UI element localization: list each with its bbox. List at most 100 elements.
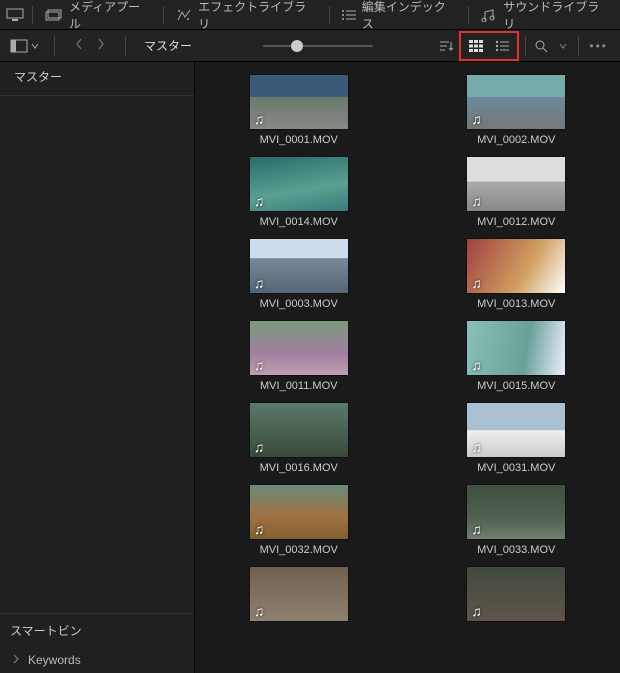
audio-icon: ♫ <box>471 603 482 619</box>
clip-item[interactable]: ♫ <box>466 566 566 626</box>
divider <box>578 36 579 56</box>
grid-view-button[interactable] <box>465 35 487 57</box>
tab-effects-library[interactable]: エフェクトライブラリ <box>172 0 321 32</box>
divider <box>54 36 55 56</box>
panel-toggle[interactable] <box>6 39 44 53</box>
divider <box>125 36 126 56</box>
clip-grid: ♫MVI_0001.MOV♫MVI_0002.MOV♫MVI_0014.MOV♫… <box>205 74 610 626</box>
view-mode-highlight <box>459 31 519 61</box>
clip-item[interactable]: ♫MVI_0003.MOV <box>249 238 349 310</box>
nav-arrows <box>65 36 115 55</box>
clip-label: MVI_0014.MOV <box>260 216 338 228</box>
clip-label: MVI_0011.MOV <box>260 380 337 392</box>
divider <box>468 6 469 24</box>
clip-thumbnail[interactable]: ♫ <box>249 566 349 622</box>
clip-label: MVI_0002.MOV <box>477 134 555 146</box>
sound-icon <box>481 8 497 22</box>
clip-item[interactable]: ♫ MVI_0016.MOV <box>249 402 349 474</box>
audio-icon: ♫ <box>254 193 265 209</box>
audio-icon: ♫ <box>254 275 265 291</box>
list-icon <box>342 9 356 21</box>
smartbin-header: スマートビン <box>0 613 194 647</box>
divider <box>329 6 330 24</box>
audio-icon: ♫ <box>471 521 482 537</box>
clip-item[interactable]: ♫ MVI_0002.MOV <box>466 74 566 146</box>
clip-item[interactable]: ♫ MVI_0011.MOV <box>249 320 349 392</box>
tab-label: サウンドライブラリ <box>503 0 610 32</box>
slider-knob[interactable] <box>291 40 303 52</box>
clip-label: MVI_0032.MOV <box>260 544 338 556</box>
sidebar: マスター スマートビン Keywords <box>0 62 195 673</box>
clip-thumbnail[interactable]: ♫ <box>466 484 566 540</box>
sidebar-bin-master[interactable]: マスター <box>0 62 194 96</box>
audio-icon: ♫ <box>471 357 482 373</box>
clip-thumbnail[interactable]: ♫ <box>249 74 349 130</box>
tab-sound-library[interactable]: サウンドライブラリ <box>477 0 614 32</box>
nav-forward[interactable] <box>93 36 109 55</box>
clip-item[interactable]: ♫ MVI_0031.MOV <box>466 402 566 474</box>
clip-label: MVI_0031.MOV <box>477 462 555 474</box>
thumb-size-area <box>206 45 429 47</box>
breadcrumb[interactable]: マスター <box>136 37 200 54</box>
clip-label: MVI_0012.MOV <box>477 216 555 228</box>
tab-media-pool[interactable]: メディアプール <box>41 0 155 32</box>
clip-item[interactable]: ♫ MVI_0014.MOV <box>249 156 349 228</box>
effects-icon <box>176 8 192 22</box>
clip-thumbnail[interactable]: ♫ <box>249 156 349 212</box>
chevron-down-icon <box>30 41 40 51</box>
clip-item[interactable]: ♫ MVI_0015.MOV <box>466 320 566 392</box>
clip-item[interactable]: ♫ MVI_0012.MOV <box>466 156 566 228</box>
audio-icon: ♫ <box>471 275 482 291</box>
clip-thumbnail[interactable]: ♫ <box>249 320 349 376</box>
sort-button[interactable] <box>435 35 457 57</box>
clip-thumbnail[interactable]: ♫ <box>466 238 566 294</box>
clip-thumbnail[interactable]: ♫ <box>249 402 349 458</box>
clip-thumbnail[interactable]: ♫ <box>249 238 349 294</box>
media-pool-icon <box>45 9 63 21</box>
main-area: マスター スマートビン Keywords ♫MVI_0001.MOV♫MVI_0… <box>0 62 620 673</box>
audio-icon: ♫ <box>471 193 482 209</box>
smartbin-keywords[interactable]: Keywords <box>0 647 194 673</box>
clip-gallery: ♫MVI_0001.MOV♫MVI_0002.MOV♫MVI_0014.MOV♫… <box>195 62 620 673</box>
audio-icon: ♫ <box>471 439 482 455</box>
keywords-label: Keywords <box>28 653 81 667</box>
tab-edit-index[interactable]: 編集インデックス <box>338 0 461 32</box>
audio-icon: ♫ <box>254 111 265 127</box>
clip-item[interactable]: ♫ MVI_0001.MOV <box>249 74 349 146</box>
clip-label: MVI_0015.MOV <box>477 380 555 392</box>
nav-back[interactable] <box>71 36 87 55</box>
view-tools: ••• <box>435 30 614 61</box>
clip-item[interactable]: ♫MVI_0013.MOV <box>466 238 566 310</box>
monitor-icon[interactable] <box>6 8 24 22</box>
divider <box>163 6 164 24</box>
thumbnail-size-slider[interactable] <box>263 45 373 47</box>
top-tab-bar: メディアプール エフェクトライブラリ 編集インデックス サウンドライブラリ <box>0 0 620 30</box>
clip-item[interactable]: ♫ MVI_0032.MOV <box>249 484 349 556</box>
clip-label: MVI_0016.MOV <box>260 462 338 474</box>
audio-icon: ♫ <box>254 603 265 619</box>
search-dropdown[interactable] <box>552 35 574 57</box>
audio-icon: ♫ <box>254 357 265 373</box>
clip-thumbnail[interactable]: ♫ <box>466 74 566 130</box>
clip-item[interactable]: ♫ <box>249 566 349 626</box>
clip-thumbnail[interactable]: ♫ <box>249 484 349 540</box>
audio-icon: ♫ <box>471 111 482 127</box>
clip-thumbnail[interactable]: ♫ <box>466 320 566 376</box>
clip-label: MVI_0001.MOV <box>260 134 338 146</box>
search-button[interactable] <box>530 35 552 57</box>
tab-label: メディアプール <box>69 0 151 32</box>
clip-thumbnail[interactable]: ♫ <box>466 566 566 622</box>
list-view-button[interactable] <box>491 35 513 57</box>
panel-icon <box>10 39 28 53</box>
media-toolbar: マスター ••• <box>0 30 620 62</box>
divider <box>525 36 526 56</box>
tab-label: エフェクトライブラリ <box>198 0 317 32</box>
more-options[interactable]: ••• <box>583 39 614 53</box>
clip-item[interactable]: ♫ MVI_0033.MOV <box>466 484 566 556</box>
chevron-right-icon <box>12 653 20 667</box>
sidebar-empty <box>0 96 194 613</box>
clip-thumbnail[interactable]: ♫ <box>466 402 566 458</box>
audio-icon: ♫ <box>254 521 265 537</box>
clip-thumbnail[interactable]: ♫ <box>466 156 566 212</box>
clip-label: MVI_0033.MOV <box>477 544 555 556</box>
